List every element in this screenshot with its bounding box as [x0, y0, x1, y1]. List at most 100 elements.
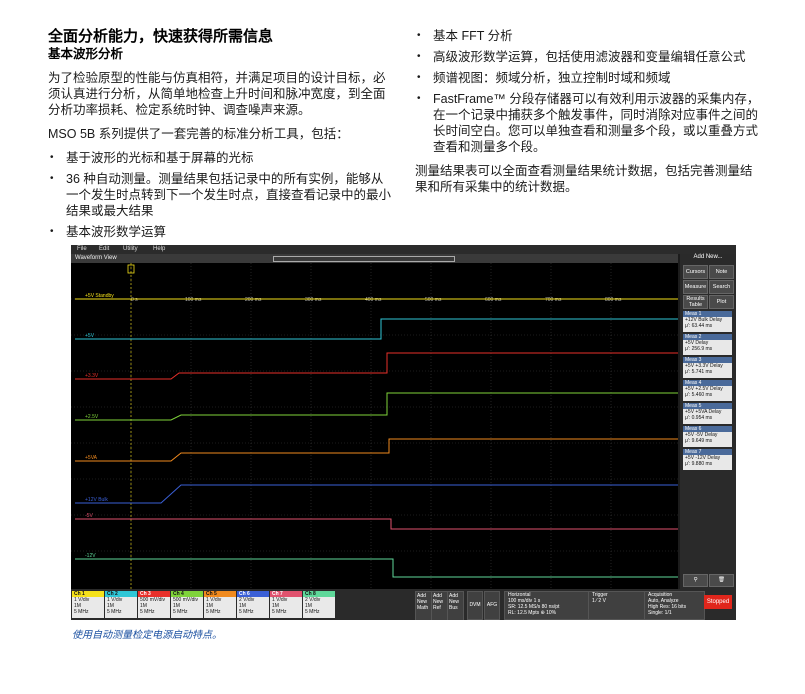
- horizontal-record-length: RL: 12.5 Mpts ⊕ 10%: [508, 610, 557, 616]
- add-new-header[interactable]: Add New...: [680, 254, 736, 263]
- channel-bandwidth: 5 MHz: [206, 609, 221, 615]
- channel-badge[interactable]: Ch 4 500 mV/div 1M 5 MHz: [171, 591, 203, 618]
- menu-utility[interactable]: Utility: [123, 246, 138, 252]
- channel-bandwidth: 5 MHz: [239, 609, 254, 615]
- time-label: 500 ms: [425, 297, 442, 303]
- channel-bandwidth: 5 MHz: [272, 609, 287, 615]
- trace-label: +2.5V: [85, 414, 99, 420]
- menu-file[interactable]: File: [77, 246, 87, 252]
- settings-bar: Ch 1 1 V/div 1M 5 MHz Ch 2 1 V/div 1M 5 …: [71, 589, 736, 620]
- measurement-badge[interactable]: Meas 4 +5V +2.5V Delay μ': 5.460 ms: [683, 380, 732, 401]
- channel-bandwidth: 5 MHz: [173, 609, 188, 615]
- waveform-svg: 0 s 100 ms 200 ms 300 ms 400 ms 500 ms 6…: [71, 263, 678, 589]
- trash-icon[interactable]: 🗑: [709, 574, 734, 587]
- cursors-button[interactable]: Cursors: [683, 265, 708, 279]
- measurement-badge[interactable]: Meas 3 +5V +3.3V Delay μ': 5.741 ms: [683, 357, 732, 378]
- trace-ch3: [75, 352, 678, 380]
- intro-paragraph: 为了检验原型的性能与仿真相符，并满足项目的设计目标，必须认真进行分析，从简单地检…: [48, 71, 386, 117]
- trigger-level: 1 ⁄ 2 V: [592, 598, 606, 604]
- trace-ch2: [75, 318, 678, 340]
- run-stop-status[interactable]: Stopped: [704, 595, 732, 609]
- channel-bandwidth: 5 MHz: [74, 609, 89, 615]
- record-scrollbar[interactable]: [273, 256, 455, 262]
- measurement-value: μ': 5.460 ms: [685, 392, 713, 398]
- waveform-view-title: Waveform View: [75, 255, 117, 261]
- trace-ch4: [75, 392, 678, 421]
- list-item: 基本波形数学运算: [48, 224, 393, 240]
- oscilloscope-screenshot: File Edit Utility Help Waveform View 0 s…: [71, 245, 736, 620]
- time-label: 200 ms: [245, 297, 262, 303]
- time-label: 800 ms: [605, 297, 622, 303]
- measurement-value: μ': 256.9 ms: [685, 346, 713, 352]
- time-label: 300 ms: [305, 297, 322, 303]
- trace-ch6: [75, 484, 678, 504]
- zoom-icon[interactable]: ⚲: [683, 574, 708, 587]
- menu-bar: File Edit Utility Help: [71, 245, 736, 254]
- trace-label: +3.3V: [85, 373, 99, 379]
- trace-label: +5VA: [85, 455, 98, 461]
- measurement-value: μ': 0.954 ms: [685, 415, 713, 421]
- note-button[interactable]: Note: [709, 265, 734, 279]
- channel-badge[interactable]: Ch 6 2 V/div 1M 5 MHz: [237, 591, 269, 618]
- page-title: 全面分析能力，快速获得所需信息: [48, 28, 274, 45]
- measurement-badge[interactable]: Meas 5 +5V +5VA Delay μ': 0.954 ms: [683, 403, 732, 424]
- time-label: 0 s: [131, 297, 138, 303]
- afg-button[interactable]: AFG: [484, 591, 500, 620]
- acquisition-count: Single: 1/1: [648, 610, 672, 616]
- channel-badge[interactable]: Ch 7 1 V/div 1M 5 MHz: [270, 591, 302, 618]
- list-item: 基本 FFT 分析: [415, 28, 760, 44]
- trace-label: +12V Bulk: [85, 497, 108, 503]
- acquisition-badge[interactable]: Acquisition Auto, Analyze High Res: 16 b…: [644, 591, 705, 620]
- measurement-badge[interactable]: Meas 6 +5V -5V Delay μ': 9.649 ms: [683, 426, 732, 447]
- channel-badge[interactable]: Ch 8 2 V/div 1M 5 MHz: [303, 591, 335, 618]
- time-label: 400 ms: [365, 297, 382, 303]
- right-column: 基本 FFT 分析 高级波形数学运算，包括使用滤波器和变量编辑任意公式 频谱视图…: [415, 28, 760, 203]
- trace-ch5: [75, 438, 678, 462]
- measurement-badge[interactable]: Meas 2 +5V Delay μ': 256.9 ms: [683, 334, 732, 355]
- list-item: 36 种自动测量。测量结果包括记录中的所有实例，能够从一个发生时点转到下一个发生…: [48, 171, 393, 219]
- channel-badge[interactable]: Ch 2 1 V/div 1M 5 MHz: [105, 591, 137, 618]
- measurement-badge[interactable]: Meas 1 +12V Bulk Delay μ': 63.44 ms: [683, 311, 732, 332]
- plot-button[interactable]: Plot: [709, 295, 734, 309]
- channel-badge[interactable]: Ch 5 1 V/div 1M 5 MHz: [204, 591, 236, 618]
- trace-label: +5V: [85, 333, 95, 339]
- channel-badge[interactable]: Ch 3 500 mV/div 1M 5 MHz: [138, 591, 170, 618]
- list-item: 基于波形的光标和基于屏幕的光标: [48, 150, 393, 166]
- time-label: 600 ms: [485, 297, 502, 303]
- results-table-button[interactable]: Results Table: [683, 295, 708, 309]
- trace-label: -12V: [85, 553, 96, 559]
- add-math-button[interactable]: Add New Math: [415, 591, 432, 620]
- add-bus-button[interactable]: Add New Bus: [447, 591, 464, 620]
- side-panel: Add New... Cursors Note Measure Search R…: [680, 254, 736, 589]
- trace-label: -5V: [85, 513, 93, 519]
- list-item: FastFrame™ 分段存储器可以有效利用示波器的采集内存，在一个记录中捕获多…: [415, 91, 760, 155]
- results-paragraph: 测量结果表可以全面查看测量结果统计数据，包括完善测量结果和所有采集中的统计数据。: [415, 164, 753, 194]
- menu-help[interactable]: Help: [153, 246, 165, 252]
- time-label: 100 ms: [185, 297, 202, 303]
- left-column: 全面分析能力，快速获得所需信息 基本波形分析 为了检验原型的性能与仿真相符，并满…: [48, 28, 393, 245]
- measure-button[interactable]: Measure: [683, 280, 708, 294]
- figure-caption: 使用自动测量检定电源启动特点。: [72, 630, 222, 641]
- waveform-plot: 0 s 100 ms 200 ms 300 ms 400 ms 500 ms 6…: [71, 263, 678, 589]
- grid: [71, 263, 678, 589]
- measurement-badge[interactable]: Meas 7 +5V -12V Delay μ': 9.880 ms: [683, 449, 732, 470]
- waveform-view-bar: Waveform View: [71, 254, 678, 263]
- trace-ch7: [75, 518, 678, 530]
- right-bullet-list: 基本 FFT 分析 高级波形数学运算，包括使用滤波器和变量编辑任意公式 频谱视图…: [415, 28, 760, 155]
- trigger-badge[interactable]: Trigger 1 ⁄ 2 V: [588, 591, 645, 620]
- search-button[interactable]: Search: [709, 280, 734, 294]
- channel-bandwidth: 5 MHz: [107, 609, 122, 615]
- list-item: 高级波形数学运算，包括使用滤波器和变量编辑任意公式: [415, 49, 760, 65]
- time-label: 700 ms: [545, 297, 562, 303]
- channel-badge[interactable]: Ch 1 1 V/div 1M 5 MHz: [72, 591, 104, 618]
- menu-edit[interactable]: Edit: [99, 246, 109, 252]
- add-ref-button[interactable]: Add New Ref: [431, 591, 448, 620]
- left-bullet-list: 基于波形的光标和基于屏幕的光标 36 种自动测量。测量结果包括记录中的所有实例，…: [48, 150, 393, 240]
- measurement-value: μ': 63.44 ms: [685, 323, 713, 329]
- channel-bandwidth: 5 MHz: [140, 609, 155, 615]
- list-item: 频谱视图：频域分析，独立控制时域和频域: [415, 70, 760, 86]
- horizontal-badge[interactable]: Horizontal 100 ms/div 1 s SR: 12.5 MS/s …: [504, 591, 589, 620]
- measurement-value: μ': 9.649 ms: [685, 438, 713, 444]
- channel-bandwidth: 5 MHz: [305, 609, 320, 615]
- dvm-button[interactable]: DVM: [467, 591, 483, 620]
